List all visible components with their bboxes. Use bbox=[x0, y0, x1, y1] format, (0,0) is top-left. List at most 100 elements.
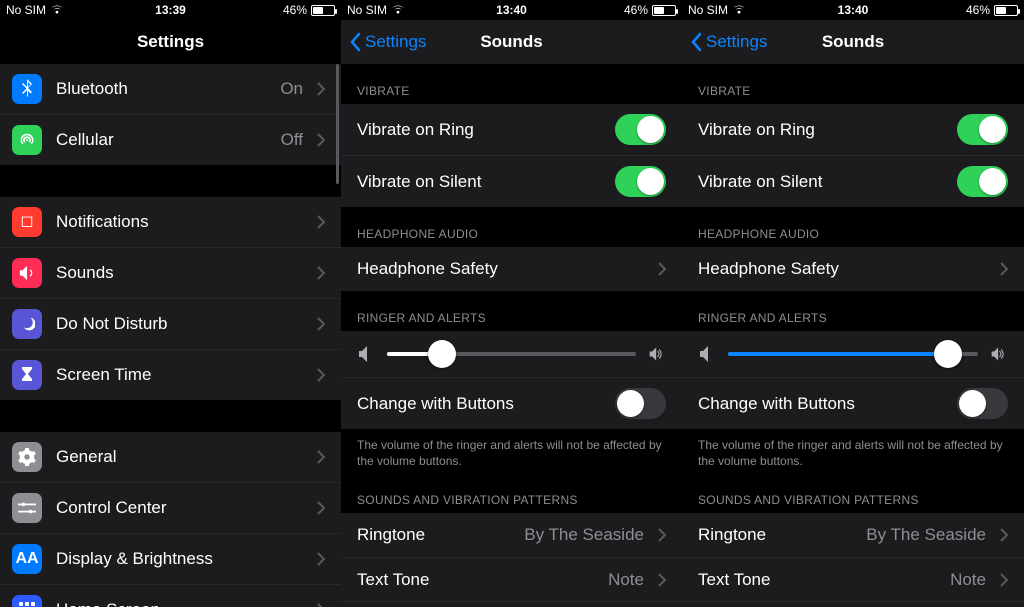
row-value: On bbox=[280, 79, 303, 99]
row-value: Note bbox=[608, 570, 644, 590]
toggle-change-with-buttons[interactable] bbox=[615, 388, 666, 419]
speaker-low-icon bbox=[357, 345, 375, 363]
row-label: Text Tone bbox=[357, 570, 594, 590]
row-vibrate-on-silent[interactable]: Vibrate on Silent bbox=[341, 155, 682, 207]
row-label: Vibrate on Silent bbox=[698, 172, 943, 192]
section-header-patterns: Sounds and Vibration Patterns bbox=[341, 473, 682, 513]
row-display[interactable]: AA Display & Brightness bbox=[0, 533, 341, 584]
cellular-icon bbox=[12, 125, 42, 155]
battery-icon bbox=[311, 5, 335, 16]
battery-pct: 46% bbox=[966, 3, 990, 17]
row-dnd[interactable]: Do Not Disturb bbox=[0, 298, 341, 349]
grid-icon bbox=[12, 595, 42, 607]
clock: 13:39 bbox=[155, 3, 186, 17]
scrollbar[interactable] bbox=[336, 64, 339, 184]
toggle-vibrate-on-silent[interactable] bbox=[957, 166, 1008, 197]
nav-bar: Settings bbox=[0, 20, 341, 64]
chevron-right-icon bbox=[317, 501, 325, 515]
row-text-tone[interactable]: Text Tone Note bbox=[682, 557, 1024, 601]
row-vibrate-on-ring[interactable]: Vibrate on Ring bbox=[341, 104, 682, 155]
battery-icon bbox=[652, 5, 676, 16]
sounds-list[interactable]: Vibrate Vibrate on Ring Vibrate on Silen… bbox=[682, 64, 1024, 607]
section-header-vibrate: Vibrate bbox=[682, 64, 1024, 104]
chevron-right-icon bbox=[1000, 262, 1008, 276]
carrier-text: No SIM bbox=[688, 3, 728, 17]
status-bar: No SIM 13:39 46% bbox=[0, 0, 341, 20]
row-label: Vibrate on Silent bbox=[357, 172, 601, 192]
row-label: Text Tone bbox=[698, 570, 936, 590]
gear-icon bbox=[12, 442, 42, 472]
toggle-change-with-buttons[interactable] bbox=[957, 388, 1008, 419]
moon-icon bbox=[12, 309, 42, 339]
settings-root-panel: No SIM 13:39 46% Settings Bluetooth On C… bbox=[0, 0, 341, 607]
sounds-list[interactable]: Vibrate Vibrate on Ring Vibrate on Silen… bbox=[341, 64, 682, 607]
chevron-right-icon bbox=[317, 603, 325, 607]
row-label: Headphone Safety bbox=[357, 259, 644, 279]
row-new-voicemail[interactable]: New Voicemail Tri-tone bbox=[682, 601, 1024, 607]
row-headphone-safety[interactable]: Headphone Safety bbox=[682, 247, 1024, 291]
row-label: Sounds bbox=[56, 263, 303, 283]
section-header-patterns: Sounds and Vibration Patterns bbox=[682, 473, 1024, 513]
row-label: Headphone Safety bbox=[698, 259, 986, 279]
clock: 13:40 bbox=[838, 3, 869, 17]
row-sounds[interactable]: Sounds bbox=[0, 247, 341, 298]
row-ringtone[interactable]: Ringtone By The Seaside bbox=[341, 513, 682, 557]
row-change-with-buttons[interactable]: Change with Buttons bbox=[682, 377, 1024, 429]
back-button[interactable]: Settings bbox=[349, 20, 426, 64]
row-homescreen[interactable]: Home Screen bbox=[0, 584, 341, 607]
chevron-right-icon bbox=[317, 317, 325, 331]
row-new-voicemail[interactable]: New Voicemail Tri-tone bbox=[341, 601, 682, 607]
row-text-tone[interactable]: Text Tone Note bbox=[341, 557, 682, 601]
sounds-panel-a: No SIM 13:40 46% Settings Sounds Vibrate… bbox=[341, 0, 682, 607]
chevron-right-icon bbox=[317, 368, 325, 382]
sliders-icon bbox=[12, 493, 42, 523]
clock: 13:40 bbox=[496, 3, 527, 17]
page-title: Settings bbox=[137, 32, 204, 52]
settings-list[interactable]: Bluetooth On Cellular Off ◻ Notification… bbox=[0, 64, 341, 607]
notifications-icon: ◻ bbox=[12, 207, 42, 237]
page-title: Sounds bbox=[480, 32, 542, 52]
row-value: By The Seaside bbox=[866, 525, 986, 545]
row-label: Do Not Disturb bbox=[56, 314, 303, 334]
row-vibrate-on-ring[interactable]: Vibrate on Ring bbox=[682, 104, 1024, 155]
back-label: Settings bbox=[365, 32, 426, 52]
chevron-right-icon bbox=[317, 450, 325, 464]
row-notifications[interactable]: ◻ Notifications bbox=[0, 197, 341, 247]
chevron-right-icon bbox=[658, 262, 666, 276]
row-value: Note bbox=[950, 570, 986, 590]
row-value: By The Seaside bbox=[524, 525, 644, 545]
toggle-vibrate-on-ring[interactable] bbox=[957, 114, 1008, 145]
row-controlcenter[interactable]: Control Center bbox=[0, 482, 341, 533]
hourglass-icon bbox=[12, 360, 42, 390]
sounds-panel-b: No SIM 13:40 46% Settings Sounds Vibrate… bbox=[682, 0, 1024, 607]
page-title: Sounds bbox=[822, 32, 884, 52]
ringer-volume-slider-row bbox=[341, 331, 682, 377]
row-ringtone[interactable]: Ringtone By The Seaside bbox=[682, 513, 1024, 557]
row-label: Display & Brightness bbox=[56, 549, 303, 569]
row-label: Bluetooth bbox=[56, 79, 266, 99]
row-value: Off bbox=[281, 130, 303, 150]
back-label: Settings bbox=[706, 32, 767, 52]
chevron-right-icon bbox=[317, 82, 325, 96]
row-vibrate-on-silent[interactable]: Vibrate on Silent bbox=[682, 155, 1024, 207]
row-screentime[interactable]: Screen Time bbox=[0, 349, 341, 400]
toggle-vibrate-on-ring[interactable] bbox=[615, 114, 666, 145]
row-change-with-buttons[interactable]: Change with Buttons bbox=[341, 377, 682, 429]
row-headphone-safety[interactable]: Headphone Safety bbox=[341, 247, 682, 291]
battery-pct: 46% bbox=[624, 3, 648, 17]
ringer-volume-slider[interactable] bbox=[387, 352, 636, 356]
toggle-vibrate-on-silent[interactable] bbox=[615, 166, 666, 197]
sounds-icon bbox=[12, 258, 42, 288]
row-cellular[interactable]: Cellular Off bbox=[0, 114, 341, 165]
row-general[interactable]: General bbox=[0, 432, 341, 482]
section-header-headphone: Headphone Audio bbox=[682, 207, 1024, 247]
ringer-volume-slider[interactable] bbox=[728, 352, 978, 356]
chevron-right-icon bbox=[1000, 573, 1008, 587]
speaker-high-icon bbox=[648, 345, 666, 363]
wifi-icon bbox=[732, 5, 746, 15]
row-bluetooth[interactable]: Bluetooth On bbox=[0, 64, 341, 114]
section-header-ringer: Ringer and Alerts bbox=[341, 291, 682, 331]
back-button[interactable]: Settings bbox=[690, 20, 767, 64]
chevron-right-icon bbox=[1000, 528, 1008, 542]
battery-icon bbox=[994, 5, 1018, 16]
